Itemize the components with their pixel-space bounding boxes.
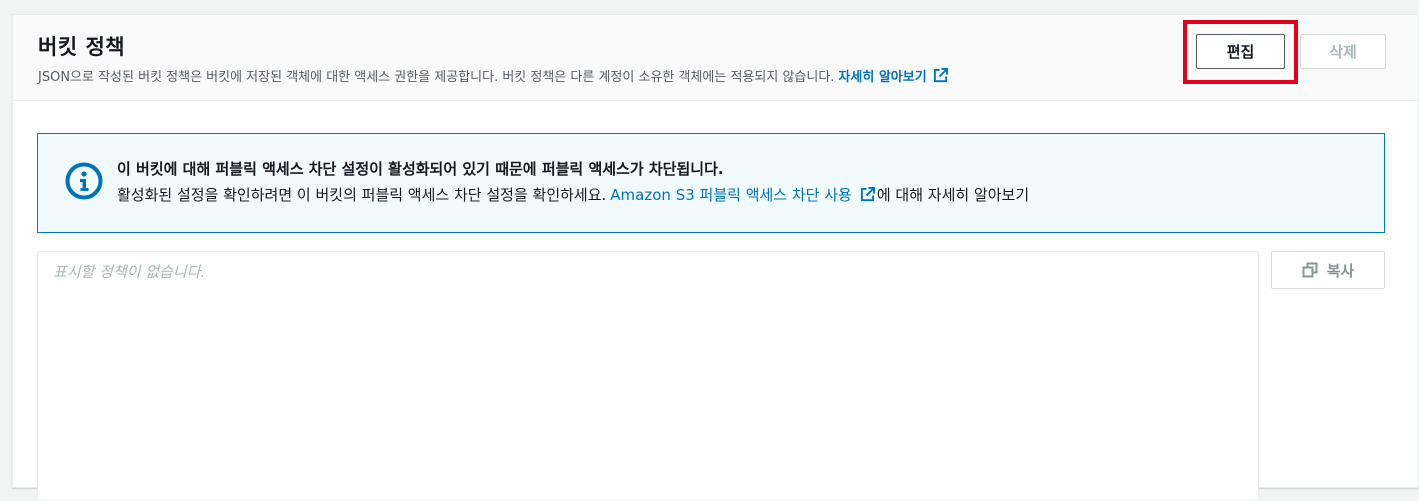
copy-button-label: 복사 xyxy=(1326,261,1355,280)
copy-icon xyxy=(1302,262,1318,278)
learn-more-link-label: 자세히 알아보기 xyxy=(838,70,927,85)
alert-title: 이 버킷에 대해 퍼블릭 액세스 차단 설정이 활성화되어 있기 때문에 퍼블릭… xyxy=(117,160,724,178)
learn-more-link[interactable]: 자세히 알아보기 xyxy=(838,68,948,85)
external-link-icon xyxy=(933,68,948,83)
block-public-access-alert: 이 버킷에 대해 퍼블릭 액세스 차단 설정이 활성화되어 있기 때문에 퍼블릭… xyxy=(37,133,1385,233)
policy-description: JSON으로 작성된 버킷 정책은 버킷에 저장된 객체에 대한 액세스 권한을… xyxy=(38,66,948,85)
copy-button[interactable]: 복사 xyxy=(1271,251,1385,289)
panel-header: 버킷 정책 JSON으로 작성된 버킷 정책은 버킷에 저장된 객체에 대한 액… xyxy=(13,15,1418,101)
page-title: 버킷 정책 xyxy=(38,35,126,59)
bucket-policy-panel: 버킷 정책 JSON으로 작성된 버킷 정책은 버킷에 저장된 객체에 대한 액… xyxy=(12,14,1419,501)
external-link-icon xyxy=(860,187,875,202)
alert-body-text: 활성화된 설정을 확인하려면 이 버킷의 퍼블릭 액세스 차단 설정을 확인하세… xyxy=(117,186,607,204)
delete-button[interactable]: 삭제 xyxy=(1300,34,1386,69)
info-icon xyxy=(65,162,103,200)
description-text: JSON으로 작성된 버킷 정책은 버킷에 저장된 객체에 대한 액세스 권한을… xyxy=(38,70,835,85)
block-public-access-doc-link[interactable]: Amazon S3 퍼블릭 액세스 차단 사용 xyxy=(610,186,877,204)
edit-button[interactable]: 편집 xyxy=(1196,34,1285,69)
alert-body-suffix: 에 대해 자세히 알아보기 xyxy=(876,186,1030,204)
editor-placeholder: 표시할 정책이 없습니다. xyxy=(53,263,206,281)
policy-editor[interactable]: 표시할 정책이 없습니다. xyxy=(37,251,1259,501)
doc-link-label: Amazon S3 퍼블릭 액세스 차단 사용 xyxy=(610,186,852,204)
alert-body: 활성화된 설정을 확인하려면 이 버킷의 퍼블릭 액세스 차단 설정을 확인하세… xyxy=(117,184,1029,205)
